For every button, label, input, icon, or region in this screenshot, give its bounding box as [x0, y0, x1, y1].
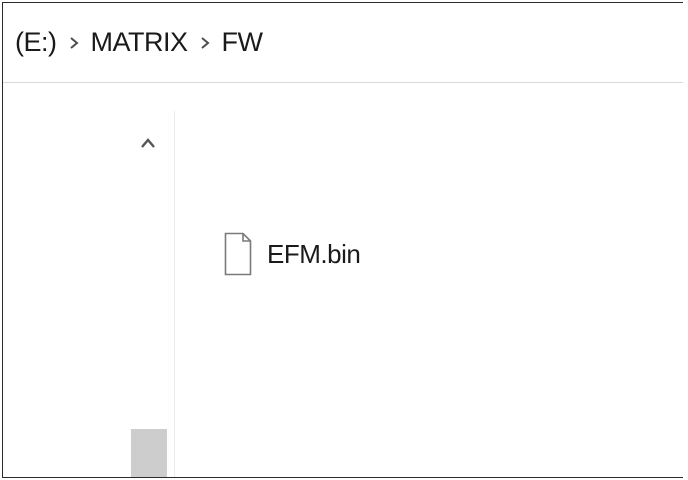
breadcrumb-item-matrix[interactable]: MATRIX: [91, 27, 189, 58]
breadcrumb-item-fw[interactable]: FW: [222, 27, 263, 58]
file-item[interactable]: EFM.bin: [221, 221, 361, 287]
navigation-pane-scrollbar[interactable]: [131, 111, 175, 477]
chevron-right-icon[interactable]: [59, 28, 89, 58]
scrollbar-thumb[interactable]: [131, 429, 167, 477]
breadcrumb: (E:) MATRIX FW: [3, 3, 683, 83]
file-icon: [221, 230, 255, 278]
breadcrumb-item-drive[interactable]: (E:): [15, 27, 57, 58]
chevron-right-icon[interactable]: [190, 28, 220, 58]
file-name: EFM.bin: [267, 238, 361, 269]
chevron-up-icon[interactable]: [137, 133, 159, 153]
file-explorer-window: (E:) MATRIX FW EFM.bin: [2, 2, 683, 478]
